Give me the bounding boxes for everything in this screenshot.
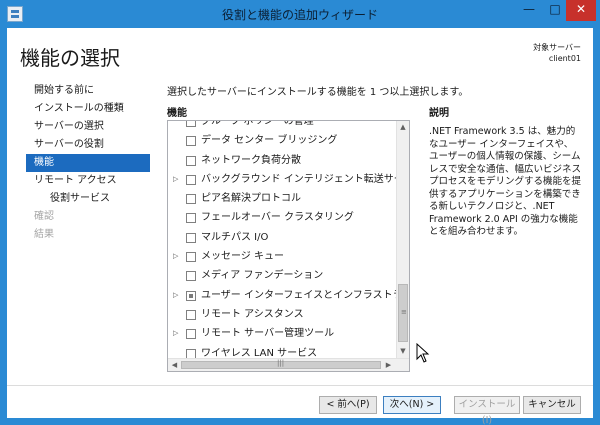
- feature-row[interactable]: データ センター ブリッジング: [168, 131, 398, 150]
- feature-checkbox[interactable]: [186, 155, 196, 166]
- wizard-window: 役割と機能の追加ウィザード — □ ✕ 機能の選択 対象サーバー client0…: [0, 0, 600, 425]
- feature-row[interactable]: グループ ポリシーの管理: [168, 120, 398, 131]
- feature-row[interactable]: ▷ バックグラウンド インテリジェント転送サービス (BITS): [168, 170, 409, 189]
- feature-label: マルチパス I/O: [201, 231, 269, 243]
- feature-label: メッセージ キュー: [201, 251, 284, 263]
- destination-server-name: client01: [548, 54, 581, 63]
- scroll-right-icon[interactable]: ▶: [382, 359, 395, 371]
- scroll-left-icon[interactable]: ◀: [168, 359, 181, 371]
- feature-checkbox[interactable]: [186, 252, 196, 263]
- feature-label: リモート サーバー管理ツール: [201, 328, 335, 340]
- feature-row[interactable]: リモート アシスタンス: [168, 305, 398, 324]
- previous-button[interactable]: < 前へ(P): [319, 396, 377, 414]
- nav-item-3[interactable]: サーバーの役割: [26, 136, 150, 154]
- expand-arrow-icon[interactable]: ▷: [173, 324, 181, 343]
- feature-label: ピア名解決プロトコル: [201, 193, 301, 205]
- horizontal-scrollbar[interactable]: ◀ ||| ▶: [168, 358, 409, 371]
- scroll-down-icon[interactable]: ▼: [397, 345, 409, 358]
- nav-item-2[interactable]: サーバーの選択: [26, 118, 150, 136]
- feature-checkbox[interactable]: [186, 290, 196, 301]
- feature-row[interactable]: ▷ リモート サーバー管理ツール: [168, 324, 398, 343]
- wizard-content: 機能の選択 対象サーバー client01 開始する前に インストールの種類 サーバ…: [7, 28, 593, 425]
- horizontal-scroll-thumb[interactable]: |||: [181, 359, 381, 369]
- feature-checkbox[interactable]: [186, 232, 196, 243]
- features-list-rows: グループ ポリシーの管理データ センター ブリッジング ネットワーク負荷分散 ▷ バッ…: [168, 120, 409, 371]
- feature-label: バックグラウンド インテリジェント転送サービス (BITS): [201, 173, 410, 185]
- page-title: 機能の選択: [20, 46, 120, 70]
- feature-label: ユーザー インターフェイスとインフラストラクチャ (2/3 個をイ: [201, 289, 409, 301]
- nav-item-4[interactable]: 機能: [26, 154, 150, 172]
- minimize-button[interactable]: —: [516, 0, 542, 21]
- feature-checkbox[interactable]: [186, 194, 196, 205]
- instruction-text: 選択したサーバーにインストールする機能を 1 つ以上選択します。: [167, 87, 469, 98]
- vertical-scrollbar[interactable]: ▲ ≡ ▼: [396, 121, 409, 358]
- close-button[interactable]: ✕: [566, 0, 596, 21]
- feature-row[interactable]: ピア名解決プロトコル: [168, 189, 398, 208]
- cancel-button[interactable]: キャンセル: [523, 396, 581, 414]
- wizard-navigation: 開始する前に インストールの種類 サーバーの選択 サーバーの役割 機能 リモート アクセス…: [26, 82, 150, 244]
- title-bar[interactable]: 役割と機能の追加ウィザード — □ ✕: [0, 0, 600, 28]
- feature-checkbox[interactable]: [186, 174, 196, 185]
- feature-label: ネットワーク負荷分散: [201, 154, 301, 166]
- feature-checkbox[interactable]: [186, 213, 196, 224]
- feature-label: メディア ファンデーション: [201, 270, 324, 282]
- feature-label: データ センター ブリッジング: [201, 135, 338, 147]
- destination-label: 対象サーバー: [533, 43, 581, 52]
- description-header: 説明: [429, 108, 449, 119]
- feature-checkbox[interactable]: [186, 136, 196, 147]
- footer-divider: [7, 385, 593, 386]
- mouse-cursor-icon: [416, 343, 430, 363]
- nav-item-8: 結果: [34, 229, 54, 240]
- nav-item-7: 確認: [34, 211, 54, 222]
- nav-item-1[interactable]: インストールの種類: [26, 100, 150, 118]
- window-title: 役割と機能の追加ウィザード: [221, 8, 378, 22]
- expand-arrow-icon[interactable]: ▷: [173, 286, 181, 305]
- nav-item-6[interactable]: 役割サービス: [26, 190, 150, 208]
- maximize-button[interactable]: □: [542, 0, 568, 21]
- feature-checkbox[interactable]: [186, 271, 196, 282]
- nav-item-5[interactable]: リモート アクセス: [26, 172, 150, 190]
- nav-item-0[interactable]: 開始する前に: [26, 82, 150, 100]
- feature-row[interactable]: ▷ メッセージ キュー: [168, 247, 398, 266]
- feature-row[interactable]: ▷ ユーザー インターフェイスとインフラストラクチャ (2/3 個をイ: [168, 286, 409, 305]
- feature-checkbox[interactable]: [186, 309, 196, 320]
- feature-checkbox[interactable]: [186, 329, 196, 340]
- grip-icon: |||: [277, 359, 285, 367]
- expand-arrow-icon[interactable]: ▷: [173, 170, 181, 189]
- features-header: 機能: [167, 108, 187, 119]
- destination-server-info: 対象サーバー client01: [533, 42, 581, 64]
- feature-label: リモート アシスタンス: [201, 308, 304, 320]
- feature-label: フェールオーバー クラスタリング: [201, 212, 354, 224]
- feature-label: グループ ポリシーの管理: [201, 120, 314, 127]
- install-button[interactable]: インストール(I): [454, 396, 520, 425]
- feature-row[interactable]: ネットワーク負荷分散: [168, 151, 398, 170]
- feature-row[interactable]: フェールオーバー クラスタリング: [168, 208, 398, 227]
- feature-description: .NET Framework 3.5 は、魅力的なユーザー インターフェイスや、…: [429, 126, 582, 237]
- feature-row[interactable]: マルチパス I/O: [168, 228, 398, 247]
- scroll-up-icon[interactable]: ▲: [397, 121, 409, 134]
- expand-arrow-icon[interactable]: ▷: [173, 247, 181, 266]
- vertical-scroll-thumb[interactable]: ≡: [398, 284, 408, 342]
- next-button[interactable]: 次へ(N) >: [383, 396, 441, 414]
- feature-checkbox[interactable]: [186, 121, 196, 127]
- grip-icon: ≡: [401, 308, 407, 316]
- feature-row[interactable]: メディア ファンデーション: [168, 266, 398, 285]
- features-list[interactable]: グループ ポリシーの管理データ センター ブリッジング ネットワーク負荷分散 ▷ バッ…: [167, 120, 410, 372]
